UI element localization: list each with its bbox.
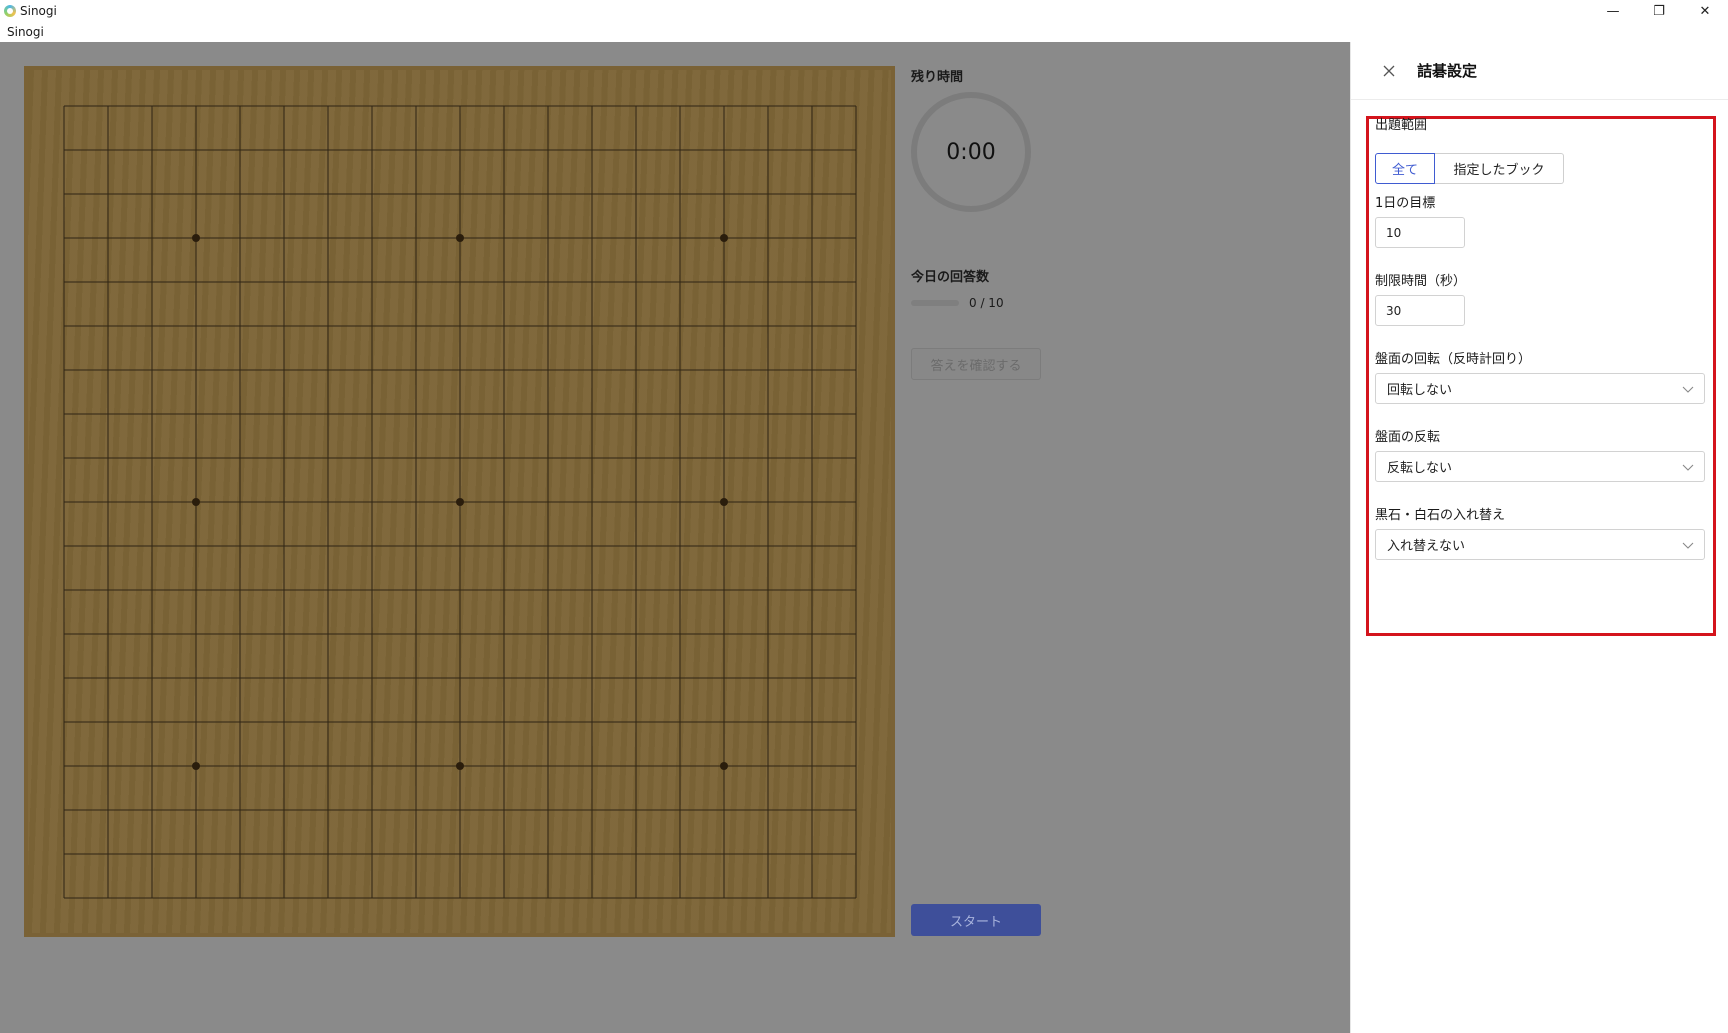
star-point: [456, 498, 464, 506]
close-window-button[interactable]: ✕: [1682, 0, 1728, 22]
time-limit-input[interactable]: 30: [1375, 295, 1465, 326]
menu-item-sinogi[interactable]: Sinogi: [7, 25, 44, 39]
flip-value: 反転しない: [1387, 461, 1453, 476]
star-point: [192, 498, 200, 506]
maximize-button[interactable]: ❐: [1636, 0, 1682, 22]
scope-option-book[interactable]: 指定したブック: [1435, 153, 1564, 184]
remaining-time-label: 残り時間: [911, 70, 964, 85]
scope-segmented-control: 全て 指定したブック: [1375, 153, 1564, 184]
chevron-down-icon: [1682, 386, 1694, 393]
timer-value: 0:00: [946, 139, 996, 165]
progress-bar: [911, 300, 959, 306]
board-grid: [63, 105, 857, 899]
star-point: [192, 762, 200, 770]
scope-option-all[interactable]: 全て: [1375, 153, 1435, 184]
time-limit-label: 制限時間（秒）: [1375, 274, 1467, 289]
swap-value: 入れ替えない: [1387, 539, 1466, 554]
flip-label: 盤面の反転: [1375, 430, 1441, 445]
rotation-label: 盤面の回転（反時計回り）: [1375, 352, 1532, 367]
daily-goal-input[interactable]: 10: [1375, 217, 1465, 248]
answers-progress: 0 / 10: [911, 296, 1004, 310]
main-area-overlay[interactable]: 残り時間 0:00 今日の回答数 0 / 10 答えを確認する スタート: [0, 42, 1350, 1033]
progress-text: 0 / 10: [969, 296, 1004, 310]
go-board-frame: [24, 66, 895, 937]
chevron-down-icon: [1682, 542, 1694, 549]
scope-label: 出題範囲: [1375, 118, 1428, 133]
swap-select[interactable]: 入れ替えない: [1375, 529, 1705, 560]
go-board[interactable]: [28, 70, 891, 933]
star-point: [456, 234, 464, 242]
timer-ring: 0:00: [911, 92, 1031, 212]
rotation-select[interactable]: 回転しない: [1375, 373, 1705, 404]
close-icon[interactable]: [1379, 61, 1399, 81]
star-point: [720, 498, 728, 506]
confirm-answer-button[interactable]: 答えを確認する: [911, 348, 1041, 380]
window-controls: — ❐ ✕: [1590, 0, 1728, 22]
title-bar: Sinogi — ❐ ✕: [0, 0, 1728, 22]
star-point: [720, 234, 728, 242]
window-title: Sinogi: [20, 4, 57, 18]
star-point: [456, 762, 464, 770]
drawer-header: 詰碁設定: [1351, 42, 1728, 100]
tsumego-settings-drawer: 詰碁設定 出題範囲 全て 指定したブック 1日の目標 10 制限時間（秒） 30…: [1350, 42, 1728, 1033]
swap-label: 黒石・白石の入れ替え: [1375, 508, 1506, 523]
rotation-value: 回転しない: [1387, 383, 1453, 398]
app-logo-icon: [4, 5, 16, 17]
chevron-down-icon: [1682, 464, 1694, 471]
daily-goal-label: 1日の目標: [1375, 196, 1436, 211]
drawer-title: 詰碁設定: [1417, 62, 1478, 80]
flip-select[interactable]: 反転しない: [1375, 451, 1705, 482]
star-point: [720, 762, 728, 770]
today-answers-label: 今日の回答数: [911, 270, 990, 285]
start-button[interactable]: スタート: [911, 904, 1041, 936]
minimize-button[interactable]: —: [1590, 0, 1636, 22]
star-point: [192, 234, 200, 242]
menu-bar: Sinogi: [0, 22, 1728, 42]
side-panel: 残り時間 0:00 今日の回答数 0 / 10 答えを確認する スタート: [911, 66, 1171, 936]
